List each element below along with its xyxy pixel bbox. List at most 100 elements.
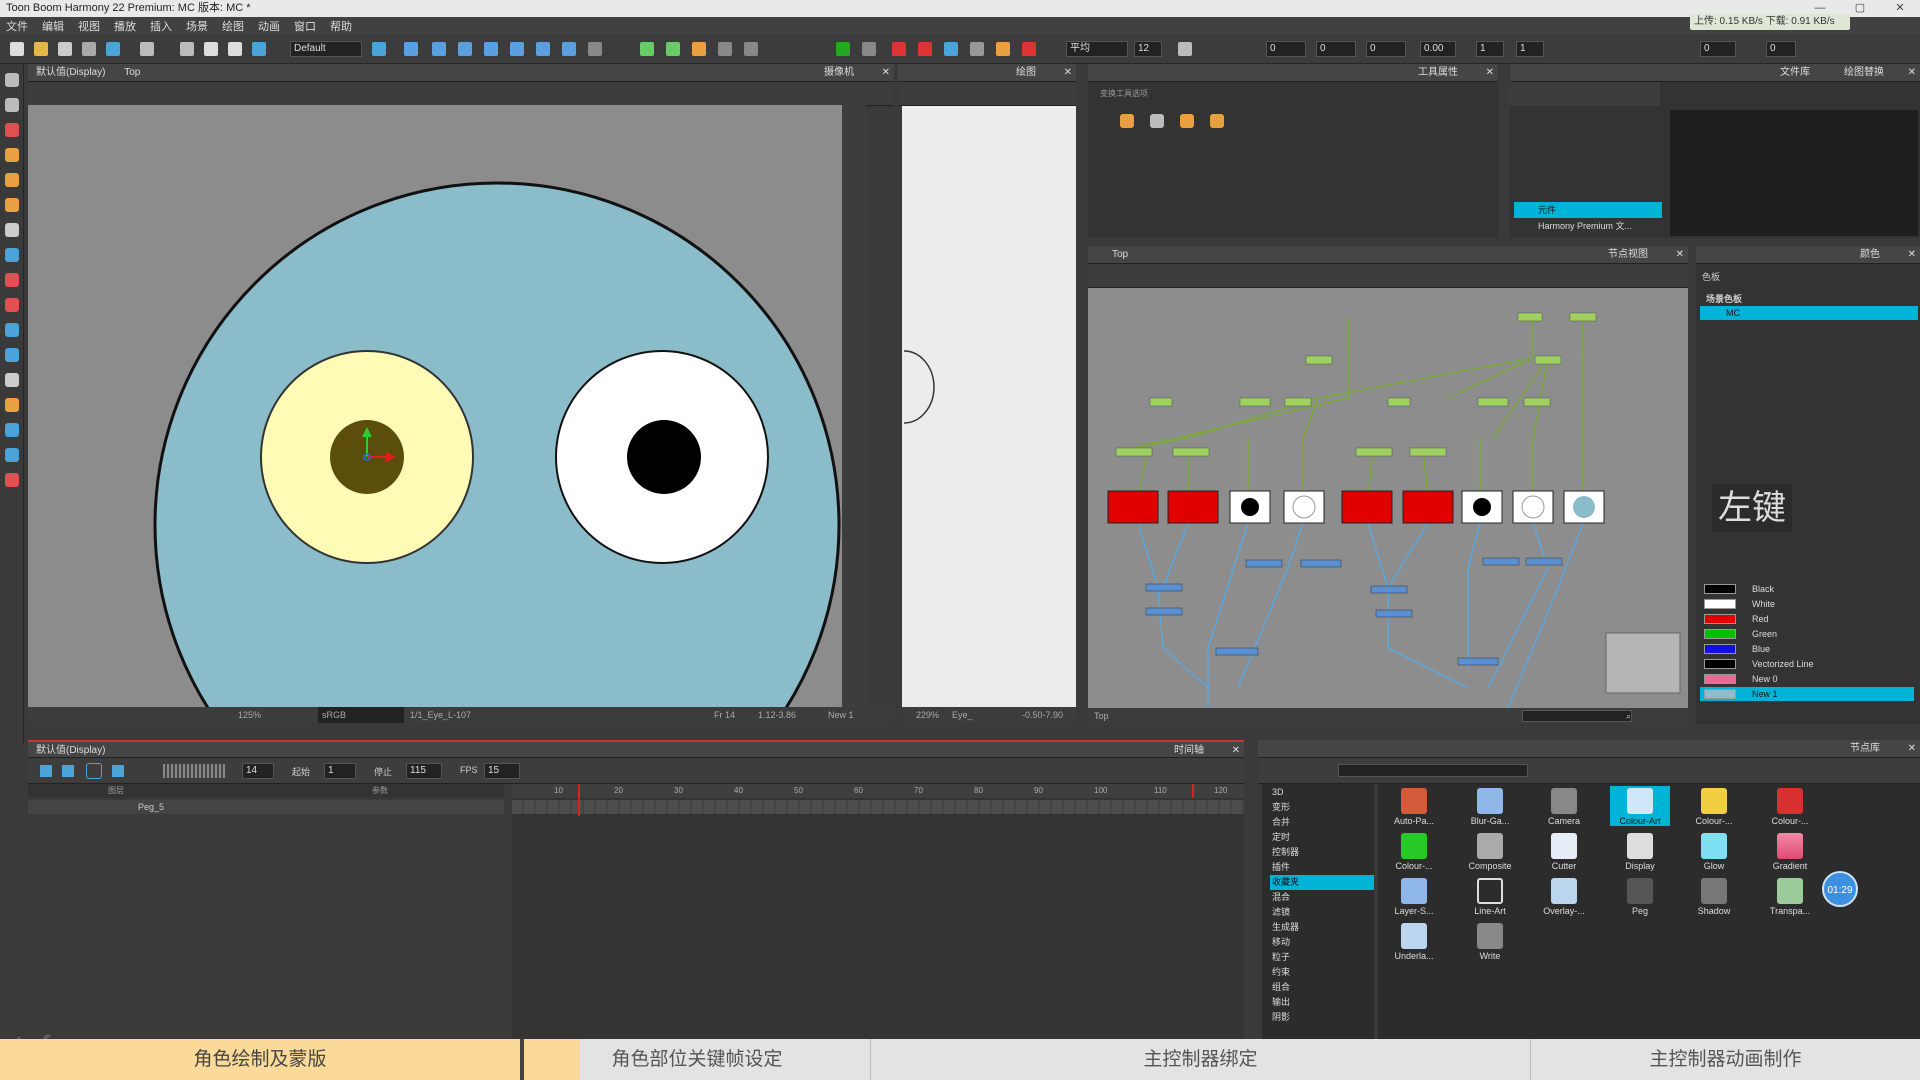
- swatch-row-selected[interactable]: New 1: [1700, 687, 1914, 701]
- coord-y-field[interactable]: 0: [1316, 41, 1356, 57]
- swatch-row[interactable]: Green: [1700, 627, 1914, 641]
- category-output[interactable]: 输出: [1270, 995, 1374, 1010]
- node-camera[interactable]: Camera: [1534, 788, 1594, 826]
- ik-icon[interactable]: [666, 42, 680, 56]
- distribute-icon[interactable]: [744, 42, 758, 56]
- skew-icon[interactable]: [484, 42, 498, 56]
- workspace-select[interactable]: Default: [290, 41, 362, 57]
- scale-y-field[interactable]: 1: [1516, 41, 1544, 57]
- category-filters[interactable]: 滤镜: [1270, 905, 1374, 920]
- playback-speed-slider[interactable]: [163, 764, 225, 778]
- category-move[interactable]: 移动: [1270, 935, 1374, 950]
- eraser-tool-icon[interactable]: [4, 198, 19, 212]
- camera-display-select[interactable]: 默认值(Display): [36, 67, 105, 78]
- category-plugins[interactable]: 插件: [1270, 860, 1374, 875]
- extra-field[interactable]: 0: [1766, 41, 1796, 57]
- close-icon[interactable]: ✕: [1676, 246, 1684, 264]
- node-gradient[interactable]: Gradient: [1760, 833, 1820, 871]
- node-colour-scale[interactable]: Colour-...: [1384, 833, 1444, 871]
- pencil-tool-icon[interactable]: [4, 148, 19, 162]
- play-selection-icon[interactable]: [62, 765, 74, 777]
- menu-view[interactable]: 视图: [78, 18, 100, 34]
- category-combine[interactable]: 合并: [1270, 815, 1374, 830]
- menu-file[interactable]: 文件: [6, 18, 28, 34]
- settings-icon[interactable]: [862, 42, 876, 56]
- hand-tool-icon[interactable]: [4, 373, 19, 387]
- right-eye-pupil[interactable]: [627, 420, 701, 494]
- drawing-substitution-tab[interactable]: 绘图替换: [1844, 64, 1884, 82]
- category-3d[interactable]: 3D: [1270, 785, 1374, 800]
- workspace-icon[interactable]: [252, 42, 266, 56]
- node-view-mode[interactable]: Top: [1112, 249, 1128, 260]
- layer-row[interactable]: Peg_5: [28, 800, 504, 814]
- menu-help[interactable]: 帮助: [330, 18, 352, 34]
- coord-z-field[interactable]: 0: [1366, 41, 1406, 57]
- scale-icon[interactable]: [458, 42, 472, 56]
- drawing-canvas[interactable]: [902, 106, 1076, 707]
- camera-view-mode[interactable]: Top: [124, 67, 140, 78]
- node-search-input[interactable]: [1522, 710, 1632, 722]
- layer-frames-row[interactable]: [512, 800, 1244, 814]
- category-favorites[interactable]: 收藏夹: [1270, 875, 1374, 890]
- text-tool-icon[interactable]: [4, 223, 19, 237]
- skew-field[interactable]: 0: [1700, 41, 1736, 57]
- sound-icon[interactable]: [112, 765, 124, 777]
- bone-icon[interactable]: [588, 42, 602, 56]
- category-shading[interactable]: 阴影: [1270, 1010, 1374, 1025]
- swatch-row[interactable]: New 0: [1700, 672, 1914, 686]
- node-write[interactable]: Write: [1460, 923, 1520, 961]
- kinematic-icon[interactable]: [640, 42, 654, 56]
- zoom-field[interactable]: 12: [1134, 41, 1162, 57]
- chapter-tab[interactable]: 角色部位关键帧设定: [524, 1039, 870, 1080]
- copy-icon[interactable]: [204, 42, 218, 56]
- swatch-row[interactable]: White: [1700, 597, 1914, 611]
- fps-field[interactable]: 15: [484, 763, 520, 779]
- close-icon[interactable]: ✕: [882, 64, 890, 82]
- light-table-icon[interactable]: [918, 42, 932, 56]
- open-icon[interactable]: [34, 42, 48, 56]
- drawing-zoom[interactable]: 229%: [916, 707, 939, 723]
- node-view-canvas[interactable]: [1088, 288, 1688, 708]
- start-frame-field[interactable]: 1: [324, 763, 356, 779]
- select-tool-icon[interactable]: [4, 73, 19, 87]
- transform-icon[interactable]: [404, 42, 418, 56]
- library-item-symbols[interactable]: 元件: [1514, 202, 1662, 218]
- node-library-search[interactable]: [1338, 764, 1528, 777]
- line-tool-icon[interactable]: [4, 248, 19, 262]
- node-transparency[interactable]: Transpa...: [1760, 878, 1820, 916]
- node-colour-override[interactable]: Colour-...: [1760, 788, 1820, 826]
- node-navigator[interactable]: [1605, 632, 1681, 694]
- node-colour-art[interactable]: Colour-Art: [1610, 786, 1670, 826]
- function-icon[interactable]: [970, 42, 984, 56]
- interpolation-select[interactable]: 平均: [1066, 41, 1128, 57]
- close-icon[interactable]: ✕: [1486, 64, 1494, 82]
- node-display[interactable]: Display: [1610, 833, 1670, 871]
- current-frame-field[interactable]: 14: [242, 763, 274, 779]
- node-colour-card[interactable]: Colour-...: [1684, 788, 1744, 826]
- transform-tool-icon[interactable]: [4, 398, 19, 412]
- paint-tool-icon[interactable]: [4, 273, 19, 287]
- frame-ruler[interactable]: 10 20 30 40 50 60 70 80 90 100 110 120: [512, 784, 1244, 798]
- search-icon[interactable]: ⌕: [1626, 708, 1631, 724]
- menu-insert[interactable]: 插入: [150, 18, 172, 34]
- coord-x-field[interactable]: 0: [1266, 41, 1306, 57]
- swatch-row[interactable]: Blue: [1700, 642, 1914, 656]
- close-icon[interactable]: ✕: [1908, 740, 1916, 758]
- category-timing[interactable]: 定时: [1270, 830, 1374, 845]
- peg-icon[interactable]: [562, 42, 576, 56]
- node-line-art[interactable]: Line-Art: [1460, 878, 1520, 916]
- dropper-tool-icon[interactable]: [4, 298, 19, 312]
- scale-x-field[interactable]: 1: [1476, 41, 1504, 57]
- palette-mc[interactable]: MC: [1700, 306, 1918, 320]
- category-controllers[interactable]: 控制器: [1270, 845, 1374, 860]
- library-tab[interactable]: 文件库: [1780, 64, 1810, 82]
- node-shadow[interactable]: Shadow: [1684, 878, 1744, 916]
- category-deformation[interactable]: 变形: [1270, 800, 1374, 815]
- close-icon[interactable]: ✕: [1908, 246, 1916, 264]
- chapter-tab-active[interactable]: 角色绘制及蒙版: [0, 1039, 520, 1080]
- node-overlay-layer[interactable]: Overlay-...: [1534, 878, 1594, 916]
- save-as-icon[interactable]: [82, 42, 96, 56]
- loop-icon[interactable]: [86, 763, 102, 779]
- close-button[interactable]: ✕: [1880, 0, 1920, 17]
- category-generators[interactable]: 生成器: [1270, 920, 1374, 935]
